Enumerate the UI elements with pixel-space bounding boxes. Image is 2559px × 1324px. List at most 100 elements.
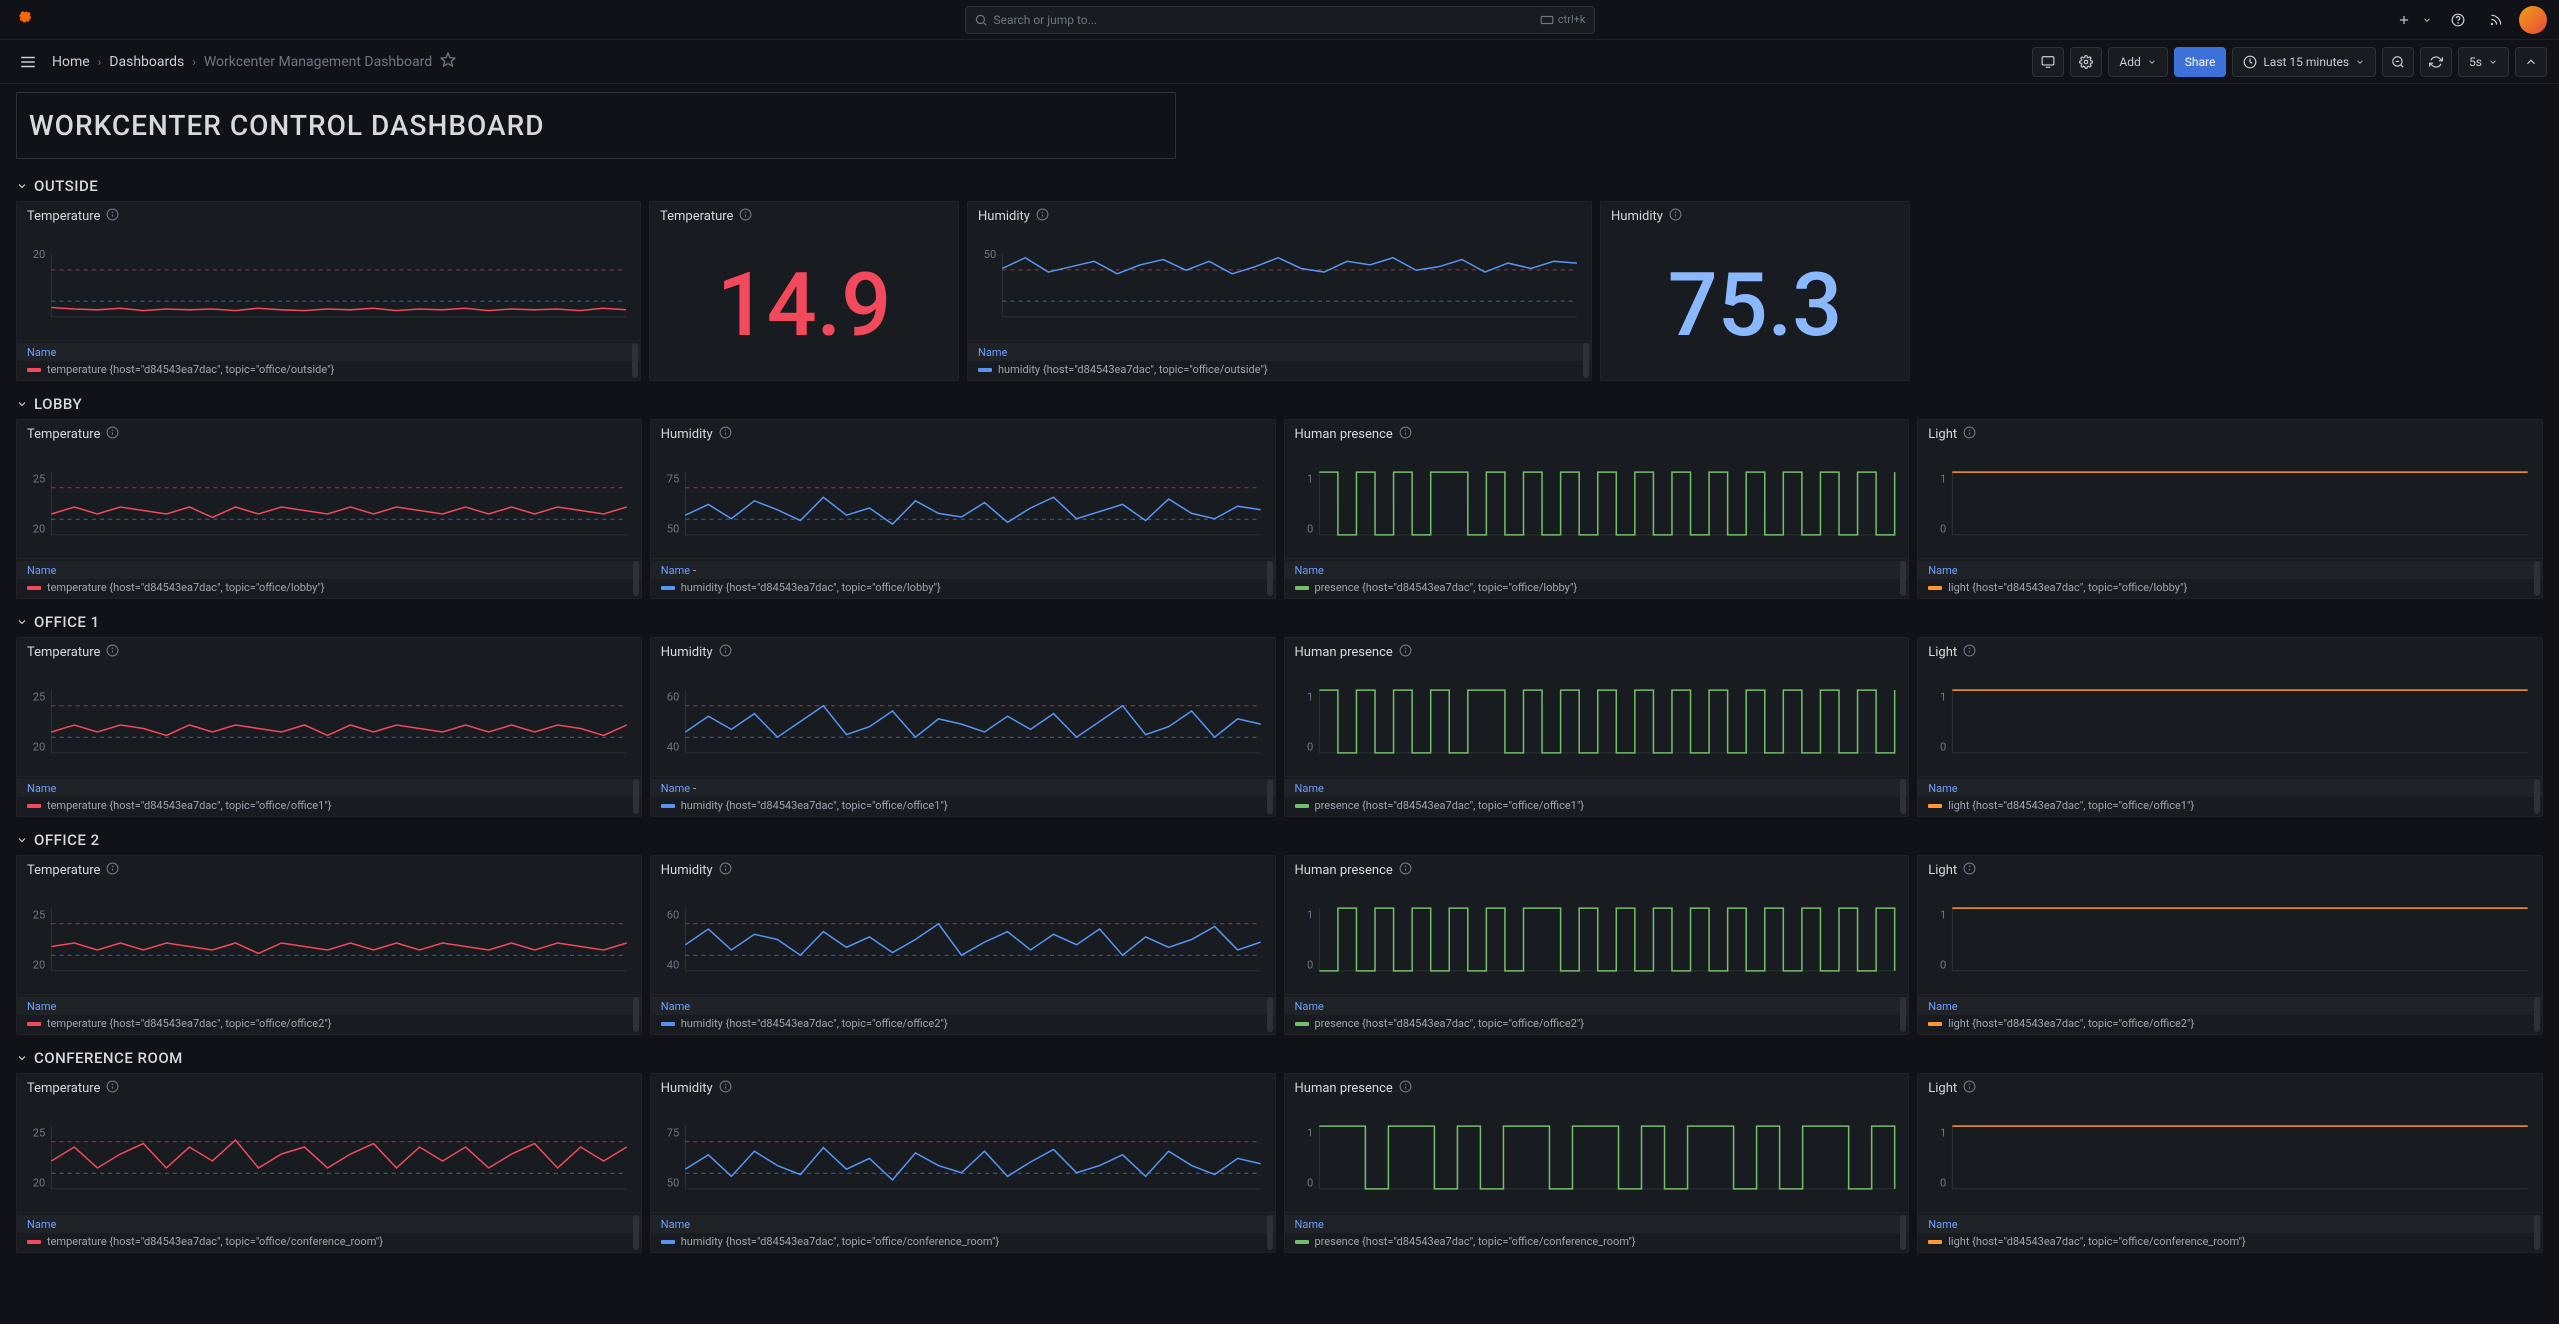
- legend-header-link[interactable]: Name: [27, 1218, 56, 1231]
- legend-item[interactable]: light {host="d84543ea7dac", topic="offic…: [1918, 1233, 2542, 1250]
- global-search[interactable]: Search or jump to... ctrl+k: [965, 6, 1595, 34]
- legend-item[interactable]: humidity {host="d84543ea7dac", topic="of…: [651, 579, 1275, 596]
- legend-header-link[interactable]: Name: [1928, 564, 1957, 577]
- refresh-button[interactable]: [2420, 47, 2452, 77]
- legend-item[interactable]: light {host="d84543ea7dac", topic="offic…: [1918, 579, 2542, 596]
- chart-area[interactable]: 20: [25, 231, 632, 340]
- legend-item[interactable]: temperature {host="d84543ea7dac", topic=…: [17, 579, 641, 596]
- info-icon[interactable]: [106, 208, 119, 225]
- section-toggle[interactable]: OUTSIDE: [16, 171, 2543, 201]
- legend-header-link[interactable]: Name: [661, 782, 690, 795]
- chart-area[interactable]: 10: [1926, 1103, 2534, 1212]
- breadcrumb-dashboards[interactable]: Dashboards: [109, 54, 184, 70]
- add-button[interactable]: Add: [2108, 47, 2167, 77]
- chart-area[interactable]: 10: [1926, 449, 2534, 558]
- chart-panel[interactable]: Temperature 2520 17:0517:1017:15 Name te…: [16, 637, 642, 817]
- info-icon[interactable]: [1963, 644, 1976, 661]
- info-icon[interactable]: [739, 208, 752, 225]
- info-icon[interactable]: [719, 644, 732, 661]
- legend-item[interactable]: presence {host="d84543ea7dac", topic="of…: [1285, 1233, 1909, 1250]
- legend-header-link[interactable]: Name: [1295, 1218, 1324, 1231]
- menu-toggle[interactable]: [12, 46, 44, 78]
- section-toggle[interactable]: CONFERENCE ROOM: [16, 1043, 2543, 1073]
- breadcrumb-home[interactable]: Home: [52, 54, 90, 70]
- tv-mode-button[interactable]: [2032, 47, 2064, 77]
- legend-header-link[interactable]: Name: [661, 564, 690, 577]
- info-icon[interactable]: [1399, 1080, 1412, 1097]
- legend-header-link[interactable]: Name: [1928, 1000, 1957, 1013]
- add-menu-button[interactable]: [2389, 5, 2419, 35]
- chart-panel[interactable]: Humidity 7550 17:0517:1017:15 Name - hum…: [650, 419, 1276, 599]
- info-icon[interactable]: [1399, 426, 1412, 443]
- chart-panel[interactable]: Humidity 6040 17:0517:1017:15 Name humid…: [650, 855, 1276, 1035]
- collapse-button[interactable]: [2515, 47, 2547, 77]
- chart-panel[interactable]: Humidity 7550 17:0517:1017:15 Name humid…: [650, 1073, 1276, 1253]
- legend-header-link[interactable]: Name: [27, 782, 56, 795]
- legend-item[interactable]: temperature {host="d84543ea7dac", topic=…: [17, 1233, 641, 1250]
- chart-panel[interactable]: Light 10 17:0517:1017:15 Name light {hos…: [1917, 1073, 2543, 1253]
- legend-item[interactable]: temperature {host="d84543ea7dac", topic=…: [17, 797, 641, 814]
- refresh-interval-picker[interactable]: 5s: [2458, 47, 2509, 77]
- legend-header-link[interactable]: Name: [1928, 782, 1957, 795]
- chart-area[interactable]: 2520: [25, 885, 633, 994]
- legend-item[interactable]: humidity {host="d84543ea7dac", topic="of…: [651, 797, 1275, 814]
- section-toggle[interactable]: OFFICE 1: [16, 607, 2543, 637]
- legend-header-link[interactable]: Name: [27, 346, 56, 359]
- chart-area[interactable]: 10: [1293, 885, 1901, 994]
- legend-item[interactable]: presence {host="d84543ea7dac", topic="of…: [1285, 1015, 1909, 1032]
- chart-panel[interactable]: Temperature 2520 17:0517:1017:15 Name te…: [16, 1073, 642, 1253]
- chart-panel[interactable]: Light 10 17:0517:1017:15 Name light {hos…: [1917, 637, 2543, 817]
- chart-area[interactable]: 2520: [25, 449, 633, 558]
- legend-item[interactable]: temperature {host="d84543ea7dac", topic=…: [17, 361, 640, 378]
- chart-area[interactable]: 10: [1293, 1103, 1901, 1212]
- legend-header-link[interactable]: Name: [1295, 564, 1324, 577]
- news-button[interactable]: [2481, 5, 2511, 35]
- chart-area[interactable]: 7550: [659, 1103, 1267, 1212]
- legend-header-link[interactable]: Name: [27, 1000, 56, 1013]
- legend-item[interactable]: temperature {host="d84543ea7dac", topic=…: [17, 1015, 641, 1032]
- info-icon[interactable]: [1963, 1080, 1976, 1097]
- time-range-picker[interactable]: Last 15 minutes: [2232, 47, 2376, 77]
- legend-item[interactable]: presence {host="d84543ea7dac", topic="of…: [1285, 797, 1909, 814]
- chart-panel[interactable]: Humidity 50 17:0517:1017:15 Name humidit…: [967, 201, 1592, 381]
- chart-area[interactable]: 7550: [659, 449, 1267, 558]
- chart-panel[interactable]: Temperature 2520 17:0517:1017:15 Name te…: [16, 855, 642, 1035]
- legend-item[interactable]: humidity {host="d84543ea7dac", topic="of…: [968, 361, 1591, 378]
- share-button[interactable]: Share: [2174, 47, 2227, 77]
- info-icon[interactable]: [719, 1080, 732, 1097]
- chart-panel[interactable]: Temperature 2520 17:0517:1017:15 Name te…: [16, 419, 642, 599]
- info-icon[interactable]: [1036, 208, 1049, 225]
- chart-panel[interactable]: Temperature 20 17:0517:1017:15 Name temp…: [16, 201, 641, 381]
- legend-item[interactable]: humidity {host="d84543ea7dac", topic="of…: [651, 1233, 1275, 1250]
- chart-panel[interactable]: Humidity 6040 17:0517:1017:15 Name - hum…: [650, 637, 1276, 817]
- settings-button[interactable]: [2070, 47, 2102, 77]
- legend-header-link[interactable]: Name: [1295, 1000, 1324, 1013]
- help-button[interactable]: [2443, 5, 2473, 35]
- legend-header-link[interactable]: Name: [1295, 782, 1324, 795]
- stat-panel[interactable]: Humidity 75.3: [1600, 201, 1910, 381]
- info-icon[interactable]: [719, 426, 732, 443]
- info-icon[interactable]: [106, 862, 119, 879]
- chart-panel[interactable]: Human presence 10 17:0517:1017:15 Name p…: [1284, 1073, 1910, 1253]
- legend-header-link[interactable]: Name: [978, 346, 1007, 359]
- legend-header-link[interactable]: Name: [1928, 1218, 1957, 1231]
- chart-area[interactable]: 6040: [659, 885, 1267, 994]
- chart-area[interactable]: 6040: [659, 667, 1267, 776]
- info-icon[interactable]: [1399, 862, 1412, 879]
- legend-item[interactable]: light {host="d84543ea7dac", topic="offic…: [1918, 797, 2542, 814]
- info-icon[interactable]: [1963, 862, 1976, 879]
- info-icon[interactable]: [1669, 208, 1682, 225]
- chart-area[interactable]: 50: [976, 231, 1583, 340]
- chart-panel[interactable]: Human presence 10 17:0517:1017:15 Name p…: [1284, 855, 1910, 1035]
- favorite-button[interactable]: [440, 52, 456, 71]
- info-icon[interactable]: [1963, 426, 1976, 443]
- chart-area[interactable]: 10: [1926, 667, 2534, 776]
- legend-header-link[interactable]: Name: [661, 1000, 690, 1013]
- legend-header-link[interactable]: Name: [27, 564, 56, 577]
- zoom-out-button[interactable]: [2382, 47, 2414, 77]
- chart-panel[interactable]: Light 10 17:0517:1017:15 Name light {hos…: [1917, 855, 2543, 1035]
- info-icon[interactable]: [719, 862, 732, 879]
- chart-panel[interactable]: Human presence 10 17:0517:1017:15 Name p…: [1284, 637, 1910, 817]
- chart-area[interactable]: 2520: [25, 667, 633, 776]
- chart-area[interactable]: 10: [1293, 667, 1901, 776]
